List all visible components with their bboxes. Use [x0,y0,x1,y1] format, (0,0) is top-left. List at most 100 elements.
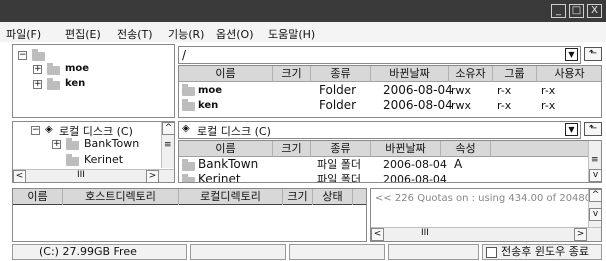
row-date: 2006-08-04 [383,173,447,183]
maximize-button[interactable]: □ [569,4,584,18]
collapse-root-button[interactable]: − [18,51,27,60]
log-vscrollbar[interactable]: ^ v [588,189,601,227]
row-date: 2006-08-04 [383,83,453,97]
row-user: r-x [541,99,556,112]
menu-file[interactable]: 파일(F) [6,26,41,42]
col-user[interactable]: 사용자 [537,66,601,82]
menu-help[interactable]: 도움말(H) [268,26,315,42]
scroll-left-icon[interactable]: < [13,170,26,182]
local-list-header: 이름 크기 종류 바뀐날짜 속성 [179,141,589,157]
table-row[interactable]: moe Folder 2006-08-04 rwx r-x r-x [179,83,601,99]
local-tree-panel: − ◈ 로컬 디스크 (C) + BankTown Kerinet ^ ≡ < … [12,121,175,183]
disk-icon: ◈ [45,124,53,135]
menu-options[interactable]: 옵션(O) [216,26,253,42]
row-name: BankTown [198,157,259,171]
row-date: 2006-08-04 [383,98,453,112]
tree-item-banktown[interactable]: BankTown [84,137,139,150]
scroll-down-icon[interactable]: v [589,169,601,182]
col-name[interactable]: 이름 [179,66,273,82]
log-panel: << 226 Quotas on : using 434.00 of 20480… [370,188,602,242]
status-cell [190,244,286,260]
menu-edit[interactable]: 편집(E) [65,26,101,42]
collapse-disk-button[interactable]: − [31,126,40,135]
tree-vscrollbar[interactable]: ^ ≡ [161,122,174,168]
list-vscrollbar[interactable]: ≡ v [588,141,601,182]
row-name: ken [198,100,219,111]
close-after-transfer-checkbox[interactable] [486,247,497,258]
expand-moe-button[interactable]: + [33,65,42,74]
col-type[interactable]: 종류 [311,66,371,82]
col-size[interactable]: 크기 [273,141,311,157]
status-cell [289,244,385,260]
scroll-right-icon[interactable]: > [574,228,587,241]
row-owner: rwx [451,99,472,112]
table-row[interactable]: Kerinet 파일 폴더 2006-08-04 [179,172,589,183]
row-type: 파일 폴더 [317,173,361,183]
local-up-folder-icon[interactable]: ⬑ [584,122,602,136]
remote-path-combo[interactable]: / ▼ [178,46,581,64]
col-attr[interactable]: 속성 [441,141,491,157]
tree-item-ken[interactable]: ken [65,78,85,89]
scroll-thumb[interactable]: III [77,170,85,180]
row-date: 2006-08-04 [383,158,447,171]
folder-icon [182,174,195,182]
col-date[interactable]: 바뀐날짜 [371,66,449,82]
grip-icon: ≡ [164,140,172,150]
row-type: Folder [319,98,357,112]
remote-up-folder-icon[interactable]: ⬑ [584,47,602,61]
title-bar: _ □ X [0,0,606,22]
folder-icon [66,138,79,150]
col-name[interactable]: 이름 [13,189,63,205]
remote-file-list: 이름 크기 종류 바뀐날짜 소유자 그룹 사용자 moe Folder 2006… [178,65,602,118]
remote-tree-panel: − + moe + ken [12,44,175,118]
scroll-left-icon[interactable]: < [371,228,384,241]
table-row[interactable]: BankTown 파일 폴더 2006-08-04 A [179,157,589,173]
close-after-transfer-option[interactable]: 전송후 윈도우 종료 [482,244,602,260]
row-type: 파일 폴더 [317,158,361,171]
col-size[interactable]: 크기 [273,66,311,82]
close-button[interactable]: X [587,4,602,18]
grip-icon: ≡ [591,155,599,165]
local-path-value: 로컬 디스크 (C) [197,125,271,138]
log-hscrollbar[interactable]: < III > [371,227,601,241]
col-date[interactable]: 바뀐날짜 [371,141,441,157]
expand-ken-button[interactable]: + [33,80,42,89]
col-group[interactable]: 그룹 [493,66,537,82]
folder-icon [182,99,195,111]
row-type: Folder [319,83,357,97]
folder-icon [66,154,79,166]
scroll-up-icon[interactable]: ^ [162,122,174,135]
col-owner[interactable]: 소유자 [449,66,493,82]
scroll-thumb[interactable]: III [421,228,429,238]
folder-icon [47,63,60,75]
root-folder-icon [32,49,45,61]
folder-icon [47,78,60,90]
row-attr: A [454,157,463,171]
col-local-dir[interactable]: 로컬디렉토리 [179,189,283,205]
col-name[interactable]: 이름 [179,141,273,157]
expand-banktown-button[interactable]: + [52,140,61,149]
col-host-dir[interactable]: 호스트디렉토리 [63,189,179,205]
scroll-down-icon[interactable]: v [589,208,601,221]
col-size[interactable]: 크기 [283,189,313,205]
minimize-button[interactable]: _ [551,4,566,18]
folder-icon [182,159,195,171]
tree-item-moe[interactable]: moe [65,63,89,74]
tree-item-kerinet[interactable]: Kerinet [84,153,123,166]
col-type[interactable]: 종류 [311,141,371,157]
scroll-up-icon[interactable]: ^ [589,189,601,202]
table-row[interactable]: ken Folder 2006-08-04 rwx r-x r-x [179,98,601,114]
menu-function[interactable]: 기능(R) [168,26,204,42]
scroll-right-icon[interactable]: > [146,170,159,182]
col-status[interactable]: 상태 [313,189,353,205]
remote-list-header: 이름 크기 종류 바뀐날짜 소유자 그룹 사용자 [179,66,601,82]
local-path-combo[interactable]: ◈ 로컬 디스크 (C) ▼ [178,121,581,139]
row-owner: rwx [451,84,472,97]
menu-transfer[interactable]: 전송(T) [117,26,153,42]
log-line: << 226 Quotas on : using 434.00 of 20480 [375,193,592,204]
tree-hscrollbar[interactable]: < III > [13,169,174,182]
disk-icon: ◈ [182,123,190,134]
dropdown-icon[interactable]: ▼ [565,48,578,61]
dropdown-icon[interactable]: ▼ [565,123,578,136]
folder-icon [182,84,195,96]
